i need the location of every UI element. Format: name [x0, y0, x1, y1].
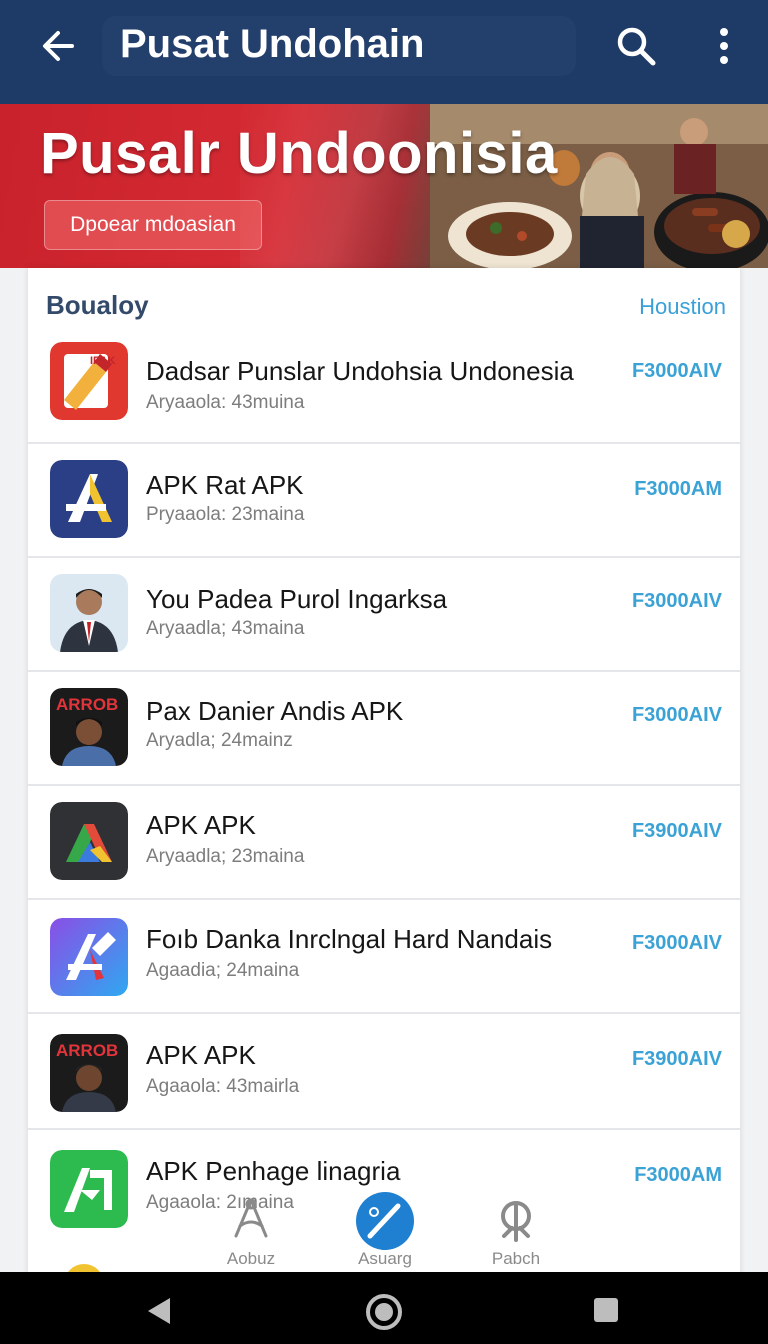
app-name: You Padea Purol Ingarksa: [146, 584, 448, 614]
app-meta: Agaadia; 24maina: [146, 960, 300, 981]
list-item[interactable]: You Padea Purol Ingarksa Aryaadla; 43mai…: [28, 556, 740, 672]
app-meta: Pryaaola: 23maina: [146, 504, 305, 525]
arrob-portrait-icon: ARROB: [50, 688, 128, 766]
system-nav-bar: [0, 1272, 768, 1344]
app-name: Dadsar Punslar Undohsia Undonesia: [146, 356, 574, 386]
app-price[interactable]: F3000AIV: [632, 932, 722, 955]
pen-circle-icon: [356, 1192, 414, 1250]
app-meta: Aryaaola: 43muina: [146, 392, 305, 413]
svg-text:ARROB: ARROB: [56, 1041, 118, 1060]
app-price[interactable]: F3000AM: [634, 478, 722, 501]
app-price[interactable]: F3900AIV: [632, 820, 722, 843]
banner-headline: Pusalr Undoonisia: [40, 121, 558, 186]
list-item[interactable]: APK Rat APK Pryaaola: 23maina F3000AM: [28, 442, 740, 558]
list-item[interactable]: Foıb Danka Inrclngal Hard Nandais Agaadi…: [28, 898, 740, 1014]
app-meta: Aryaadla; 23maina: [146, 846, 305, 867]
app-bar: Pusat Undohain: [0, 0, 768, 104]
app-name: APK APK: [146, 810, 256, 840]
bottom-nav-label: Aobuz: [226, 1249, 276, 1268]
bottom-nav-label: Asuarg: [358, 1249, 412, 1268]
magnifier-person-icon: [501, 1201, 531, 1242]
list-item[interactable]: ARROB APK APK Agaaola: 43mairla F3900AIV: [28, 1014, 740, 1130]
more-vert-icon[interactable]: [704, 22, 744, 70]
red-pencil-icon: IPAK: [50, 342, 128, 420]
app-name: APK APK: [146, 1040, 256, 1070]
search-icon[interactable]: [612, 22, 660, 70]
svg-text:ARROB: ARROB: [56, 695, 118, 714]
blue-a-icon: [50, 460, 128, 538]
dark-a-icon: [50, 802, 128, 880]
green-a-icon: [50, 1150, 128, 1228]
app-price[interactable]: F3000AIV: [632, 704, 722, 727]
man-portrait-icon: [50, 574, 128, 652]
app-price[interactable]: F3000AM: [634, 1164, 722, 1187]
svg-text:IPAK: IPAK: [90, 355, 116, 367]
recents-square-icon[interactable]: [592, 1296, 620, 1324]
app-price[interactable]: F3000AIV: [632, 590, 722, 613]
bottom-nav-label: Pabch: [491, 1249, 541, 1268]
app-meta: Aryaadla; 43maina: [146, 618, 305, 639]
app-name: APK Penhage linagria: [146, 1156, 401, 1186]
app-price[interactable]: F3900AIV: [632, 1048, 722, 1071]
app-list-card: Boualoy Houstion IPAK Dadsar Punslar Und…: [28, 268, 740, 1278]
app-meta: Agaaola: 43mairla: [146, 1076, 300, 1097]
arrow-left-icon[interactable]: [36, 24, 80, 68]
compass-tool-icon: [234, 1198, 268, 1238]
app-price[interactable]: F3000AIV: [632, 360, 722, 383]
page-title: Pusat Undohain: [120, 22, 425, 66]
arrob-portrait-icon: ARROB: [50, 1034, 128, 1112]
home-circle-icon[interactable]: [364, 1292, 404, 1332]
section-title: Boualoy: [46, 290, 149, 320]
list-item[interactable]: APK APK Aryaadla; 23maina F3900AIV: [28, 784, 740, 900]
banner-button[interactable]: Dpoear mdoasian: [44, 200, 262, 250]
bottom-nav-item-aobuz[interactable]: Aobuz: [216, 1196, 286, 1269]
section-link[interactable]: Houstion: [639, 294, 726, 320]
list-item[interactable]: IPAK Dadsar Punslar Undohsia Undonesia A…: [28, 328, 740, 444]
purple-a-icon: [50, 918, 128, 996]
bottom-nav-item-pabch[interactable]: Pabch: [484, 1196, 548, 1269]
list-item[interactable]: ARROB Pax Danier Andis APK Aryadla; 24ma…: [28, 670, 740, 786]
promo-banner[interactable]: Pusalr Undoonisia Dpoear mdoasian: [0, 104, 768, 268]
bottom-nav-item-asuarg[interactable]: Asuarg: [352, 1190, 418, 1269]
app-name: APK Rat APK: [146, 470, 304, 500]
app-meta: Aryadla; 24mainz: [146, 730, 293, 751]
back-triangle-icon[interactable]: [142, 1294, 176, 1328]
app-name: Pax Danier Andis APK: [146, 696, 404, 726]
app-name: Foıb Danka Inrclngal Hard Nandais: [146, 924, 553, 954]
